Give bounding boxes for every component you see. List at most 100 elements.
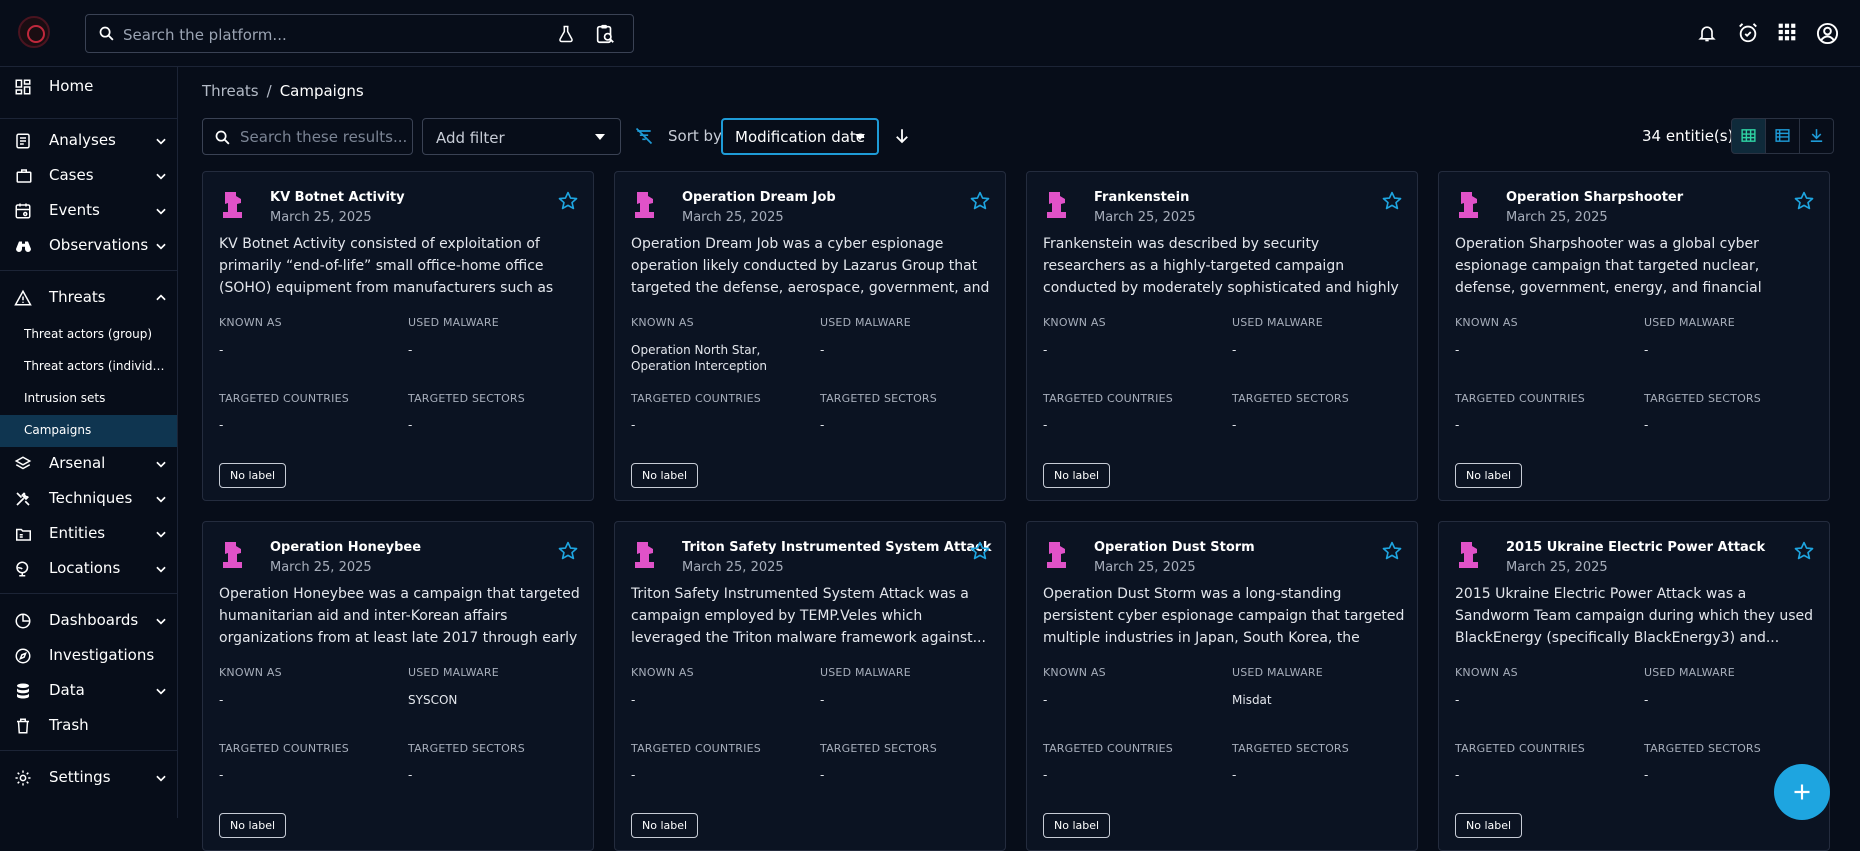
targeted-countries-label: TARGETED COUNTRIES: [1043, 742, 1173, 755]
star-icon[interactable]: [1793, 540, 1815, 562]
sidebar-subitem-campaigns[interactable]: Campaigns: [0, 415, 177, 447]
flask-icon[interactable]: [556, 24, 576, 44]
star-icon[interactable]: [1793, 190, 1815, 212]
sidebar-item-analyses[interactable]: Analyses: [0, 123, 177, 158]
breadcrumb-threats-link[interactable]: Threats: [202, 82, 259, 100]
search-icon: [98, 25, 115, 42]
known-as-label: KNOWN AS: [631, 316, 694, 329]
sidebar-item-home[interactable]: Home: [0, 69, 177, 104]
card-date: March 25, 2025: [270, 560, 372, 575]
used-malware-label: USED MALWARE: [1232, 666, 1323, 679]
clipboard-search-icon[interactable]: [594, 23, 616, 45]
campaign-icon: [1456, 190, 1482, 220]
card-date: March 25, 2025: [682, 210, 784, 225]
sidebar-item-events[interactable]: Events: [0, 193, 177, 228]
sidebar-subitem-intrusion-sets[interactable]: Intrusion sets: [0, 383, 177, 415]
targeted-sectors-value: -: [820, 418, 825, 432]
used-malware-label: USED MALWARE: [1644, 316, 1735, 329]
view-list-button[interactable]: [1765, 118, 1800, 154]
label-badge: No label: [219, 813, 287, 838]
card-description: Operation Honeybee was a campaign that t…: [219, 586, 580, 646]
campaign-card[interactable]: Frankenstein March 25, 2025 Frankenstein w…: [1026, 171, 1418, 501]
grid-view-icon: [1732, 127, 1765, 144]
sidebar-item-label: Home: [49, 77, 94, 95]
chevron-down-icon: [154, 771, 168, 785]
campaign-icon: [1044, 190, 1070, 220]
alarm-clock-icon[interactable]: [1737, 22, 1759, 44]
chevron-down-icon: [154, 457, 168, 471]
targeted-sectors-label: TARGETED SECTORS: [408, 392, 525, 405]
chevron-down-icon: [154, 492, 168, 506]
create-campaign-button[interactable]: [1774, 764, 1830, 820]
sidebar-subitem-threat-actors-group[interactable]: Threat actors (group): [0, 319, 177, 351]
sidebar-item-techniques[interactable]: Techniques: [0, 481, 177, 516]
app-logo[interactable]: [18, 16, 50, 48]
apps-grid-icon[interactable]: [1777, 22, 1797, 42]
sidebar-item-arsenal[interactable]: Arsenal: [0, 446, 177, 481]
known-as-label: KNOWN AS: [219, 316, 282, 329]
sidebar-item-label: Events: [49, 201, 100, 219]
targeted-countries-value: -: [219, 768, 224, 782]
targeted-sectors-label: TARGETED SECTORS: [1644, 392, 1761, 405]
platform-search[interactable]: Search the platform...: [85, 14, 634, 53]
sidebar-subitem-threat-actors-individual[interactable]: Threat actors (individu...: [0, 351, 177, 383]
label-badge: No label: [219, 463, 287, 488]
star-icon[interactable]: [969, 540, 991, 562]
filter-off-icon[interactable]: [634, 126, 654, 146]
sidebar-item-settings[interactable]: Settings: [0, 760, 177, 795]
campaign-card[interactable]: Operation Sharpshooter March 25, 2025 Oper…: [1438, 171, 1830, 501]
star-icon[interactable]: [1381, 540, 1403, 562]
briefcase-icon: [14, 167, 34, 185]
sidebar-item-observations[interactable]: Observations: [0, 228, 177, 263]
used-malware-value: SYSCON: [408, 693, 458, 707]
bell-icon[interactable]: [1697, 22, 1717, 44]
star-icon[interactable]: [557, 190, 579, 212]
targeted-countries-label: TARGETED COUNTRIES: [631, 392, 761, 405]
sidebar-item-investigations[interactable]: Investigations: [0, 638, 177, 673]
sidebar-item-dashboards[interactable]: Dashboards: [0, 603, 177, 638]
used-malware-value: -: [820, 693, 825, 707]
add-filter-label: Add filter: [436, 129, 505, 147]
sidebar-item-data[interactable]: Data: [0, 673, 177, 708]
results-search-field[interactable]: Search these results...: [202, 118, 413, 155]
known-as-value: -: [1043, 343, 1048, 357]
sidebar-item-threats[interactable]: Threats: [0, 280, 177, 315]
star-icon[interactable]: [1381, 190, 1403, 212]
used-malware-value: -: [1644, 693, 1649, 707]
campaign-card[interactable]: Operation Honeybee March 25, 2025 Operatio…: [202, 521, 594, 851]
export-button[interactable]: [1799, 118, 1834, 154]
campaign-card[interactable]: KV Botnet Activity March 25, 2025 KV Botne…: [202, 171, 594, 501]
campaign-card[interactable]: Operation Dream Job March 25, 2025 Operati…: [614, 171, 1006, 501]
arrow-down-icon[interactable]: [893, 127, 911, 145]
results-search-input[interactable]: Search these results...: [240, 128, 407, 146]
sidebar-item-cases[interactable]: Cases: [0, 158, 177, 193]
campaign-card[interactable]: Operation Dust Storm March 25, 2025 Operat…: [1026, 521, 1418, 851]
chevron-down-icon: [154, 134, 168, 148]
sidebar-subitem-label: Threat actors (group): [24, 327, 153, 341]
campaign-card[interactable]: 2015 Ukraine Electric Power Attack March …: [1438, 521, 1830, 851]
chevron-down-icon: [154, 239, 168, 253]
view-cards-button[interactable]: [1731, 118, 1766, 154]
account-circle-icon[interactable]: [1816, 22, 1839, 45]
campaign-card[interactable]: Triton Safety Instrumented System Attack…: [614, 521, 1006, 851]
folder-icon: [14, 525, 33, 543]
star-icon[interactable]: [557, 540, 579, 562]
targeted-sectors-value: -: [1232, 768, 1237, 782]
sidebar-item-label: Threats: [49, 288, 106, 306]
download-icon: [1800, 127, 1833, 144]
add-filter-select[interactable]: Add filter: [422, 118, 621, 155]
tools-icon: [14, 490, 32, 508]
sidebar-item-label: Entities: [49, 524, 106, 542]
sidebar-item-trash[interactable]: Trash: [0, 708, 177, 743]
used-malware-label: USED MALWARE: [408, 316, 499, 329]
sidebar-item-locations[interactable]: Locations: [0, 551, 177, 586]
card-title: Frankenstein: [1094, 190, 1190, 205]
targeted-countries-value: -: [631, 418, 636, 432]
targeted-sectors-value: -: [1644, 418, 1649, 432]
sidebar-item-entities[interactable]: Entities: [0, 516, 177, 551]
star-icon[interactable]: [969, 190, 991, 212]
platform-search-input[interactable]: Search the platform...: [123, 26, 287, 44]
used-malware-value: Misdat: [1232, 693, 1272, 707]
label-badge: No label: [631, 463, 699, 488]
sort-by-select[interactable]: Modification date: [721, 118, 879, 155]
